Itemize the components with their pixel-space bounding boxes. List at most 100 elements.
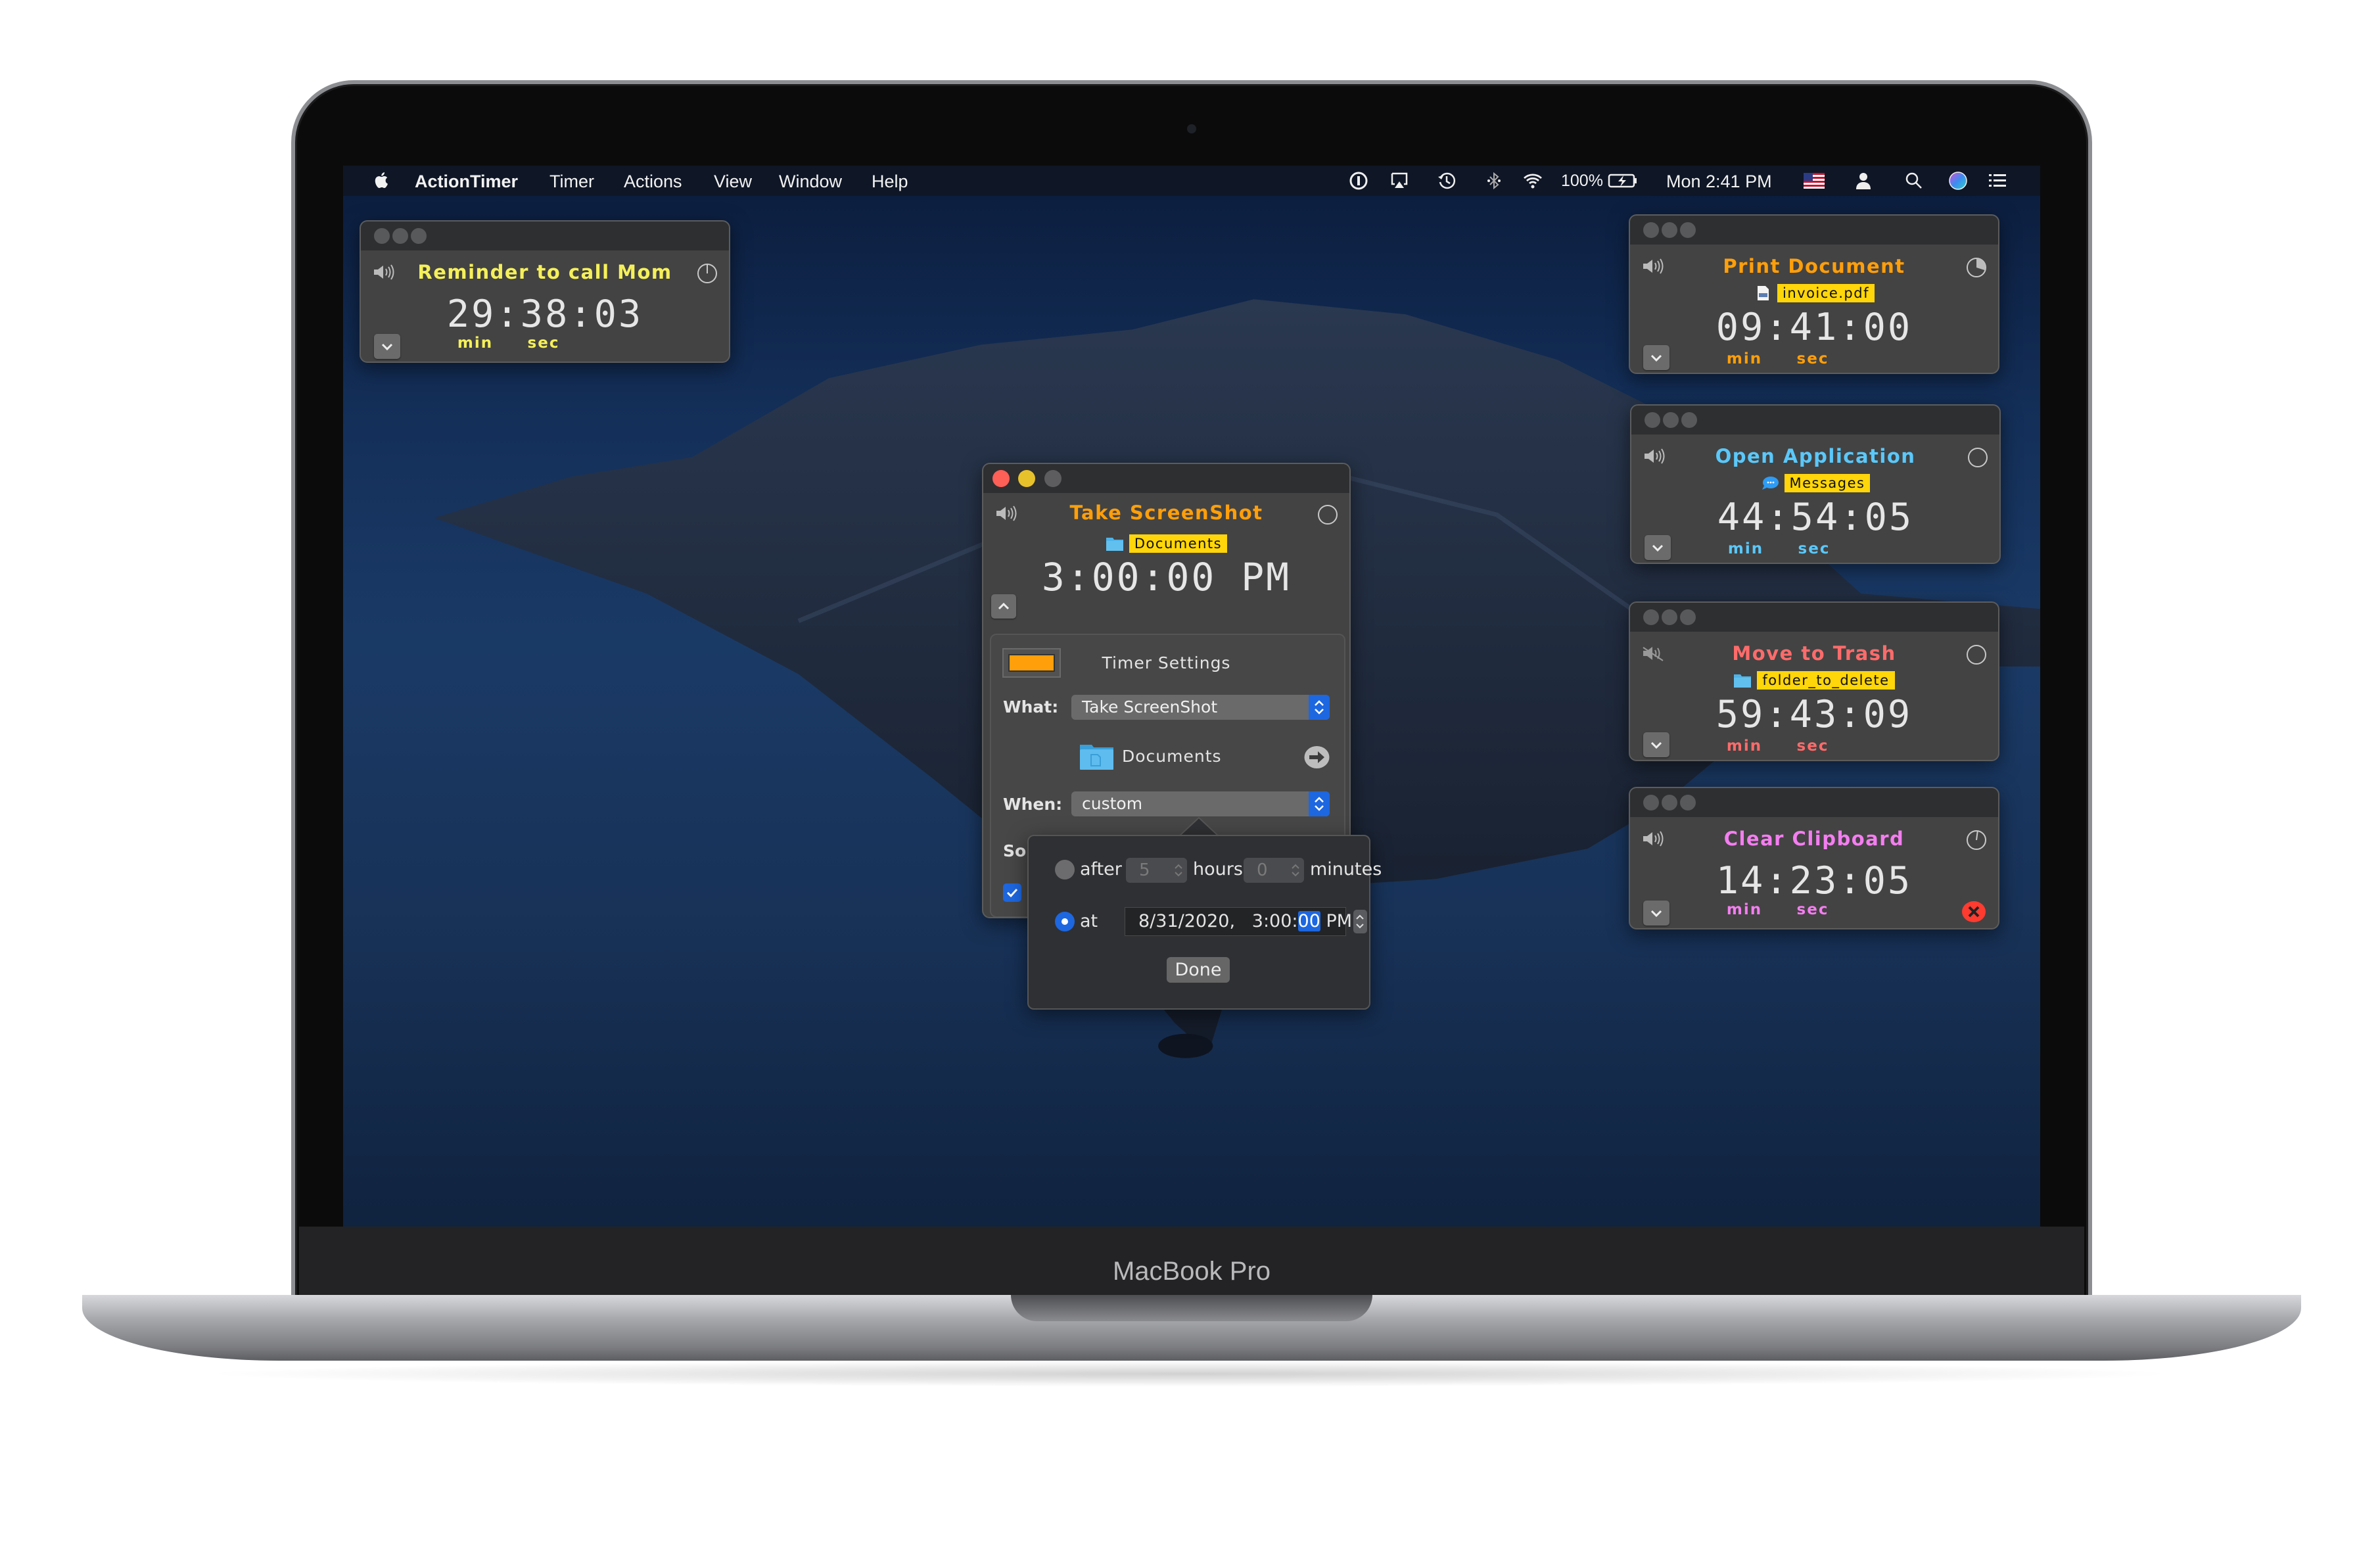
menu-view[interactable]: View	[714, 172, 752, 192]
time-value: 3:00:	[1251, 911, 1298, 931]
brand-label: MacBook Pro	[1112, 1257, 1271, 1286]
progress-pie-icon	[1967, 645, 1986, 665]
minimize-button[interactable]	[1662, 609, 1677, 625]
after-radio[interactable]	[1055, 860, 1075, 880]
close-button[interactable]	[1643, 609, 1659, 625]
expand-button[interactable]	[374, 334, 400, 359]
countdown: 09:41:00	[1715, 306, 1913, 349]
zoom-button[interactable]	[1681, 412, 1697, 428]
sec-label: sec	[1796, 738, 1829, 755]
user-icon[interactable]	[1854, 171, 1873, 191]
min-label: min	[1726, 901, 1763, 918]
seconds-selected[interactable]: 00	[1297, 911, 1320, 931]
lid-notch	[1011, 1295, 1372, 1321]
chevron-down-icon	[1650, 354, 1662, 362]
stepper-arrows-icon[interactable]	[1174, 862, 1183, 878]
bluetooth-icon[interactable]	[1484, 171, 1504, 191]
menu-help[interactable]: Help	[872, 172, 908, 192]
expand-button[interactable]	[1645, 535, 1671, 560]
folder-icon	[1106, 538, 1123, 551]
menu-clock[interactable]: Mon 2:41 PM	[1666, 172, 1772, 192]
radio-dot	[1062, 918, 1068, 925]
close-button[interactable]	[1645, 412, 1660, 428]
chevron-up-icon	[998, 602, 1010, 610]
time-machine-icon[interactable]	[1437, 171, 1457, 191]
zoom-button[interactable]	[1680, 795, 1696, 810]
minutes-label: minutes	[1310, 859, 1382, 880]
close-button[interactable]	[374, 228, 390, 244]
done-button[interactable]: Done	[1167, 957, 1230, 983]
spotlight-search-icon[interactable]	[1904, 171, 1924, 191]
close-button[interactable]	[992, 470, 1010, 487]
what-select[interactable]: Take ScreenShot	[1071, 695, 1330, 720]
menu-actions[interactable]: Actions	[624, 172, 682, 192]
timer-title: Move to Trash	[1732, 642, 1896, 665]
progress-indicator-icon	[1318, 505, 1338, 525]
1password-icon[interactable]	[1349, 171, 1368, 191]
date-time-field[interactable]: 8/31/2020, 3:00:00 PM	[1125, 907, 1352, 936]
apple-menu-icon[interactable]	[372, 170, 392, 190]
stepper-arrows-icon[interactable]	[1291, 862, 1300, 878]
sec-label: sec	[1796, 350, 1829, 367]
zoom-button[interactable]	[1044, 470, 1062, 487]
title-bar[interactable]	[983, 464, 1349, 493]
menu-window[interactable]: Window	[779, 172, 842, 192]
wifi-icon[interactable]	[1523, 171, 1543, 191]
hours-value: 5	[1139, 860, 1150, 880]
reveal-folder-arrow-icon[interactable]	[1304, 745, 1330, 769]
what-select-value: Take ScreenShot	[1082, 697, 1218, 716]
minimize-button[interactable]	[1663, 412, 1679, 428]
min-label: min	[1726, 350, 1763, 367]
battery-percent[interactable]: 100%	[1561, 172, 1603, 191]
expand-button[interactable]	[1643, 732, 1669, 757]
what-label: What:	[1003, 697, 1059, 716]
menu-app-name[interactable]: ActionTimer	[415, 172, 518, 192]
sec-label: sec	[1796, 901, 1829, 918]
battery-charging-icon[interactable]	[1608, 171, 1638, 191]
sec-label: sec	[527, 335, 560, 352]
menu-timer[interactable]: Timer	[549, 172, 594, 192]
when-select-value: custom	[1082, 794, 1143, 813]
collapse-button[interactable]	[991, 594, 1016, 619]
zoom-button[interactable]	[1680, 222, 1696, 238]
minutes-stepper[interactable]: 0	[1244, 858, 1304, 883]
delete-timer-icon[interactable]	[1961, 901, 1986, 923]
minimize-button[interactable]	[1018, 470, 1035, 487]
when-select[interactable]: custom	[1071, 791, 1330, 816]
folder-name: Documents	[1122, 747, 1222, 766]
minimize-button[interactable]	[392, 228, 408, 244]
countdown: 29:38:03	[446, 293, 643, 336]
progress-pie-icon	[1967, 258, 1986, 277]
siri-icon[interactable]	[1948, 171, 1968, 191]
timer-widget: Move to Trash folder_to_delete 59:43:09 …	[1629, 601, 1999, 761]
zoom-button[interactable]	[1680, 609, 1696, 625]
progress-pie-icon	[1968, 448, 1988, 467]
notification-center-icon[interactable]	[1988, 171, 2007, 191]
zoom-button[interactable]	[411, 228, 427, 244]
expand-button[interactable]	[1643, 345, 1669, 370]
us-flag-icon[interactable]	[1804, 171, 1825, 191]
sound-checkbox[interactable]	[1003, 883, 1021, 902]
target-badge-label: folder_to_delete	[1757, 671, 1895, 690]
when-label: When:	[1003, 795, 1063, 814]
close-button[interactable]	[1643, 222, 1659, 238]
chevron-down-icon	[1652, 544, 1664, 552]
date-stepper[interactable]	[1353, 910, 1367, 933]
minutes-value: 0	[1257, 860, 1268, 880]
minimize-button[interactable]	[1662, 222, 1677, 238]
updown-chevron-icon	[1315, 797, 1324, 811]
countdown: 59:43:09	[1715, 693, 1913, 736]
settings-title: Timer Settings	[1102, 653, 1231, 672]
countdown: 44:54:05	[1717, 496, 1914, 539]
minimize-button[interactable]	[1662, 795, 1677, 810]
at-radio[interactable]	[1055, 912, 1075, 931]
folder-icon	[1734, 674, 1752, 688]
close-button[interactable]	[1643, 795, 1659, 810]
timer-title: Reminder to call Mom	[417, 261, 672, 283]
airplay-icon[interactable]	[1389, 171, 1409, 191]
timer-title: Take ScreenShot	[983, 502, 1349, 524]
expand-button[interactable]	[1643, 901, 1669, 926]
popover-arrow	[1179, 816, 1219, 836]
hours-stepper[interactable]: 5	[1126, 858, 1187, 883]
laptop-shadow	[197, 1361, 2182, 1387]
